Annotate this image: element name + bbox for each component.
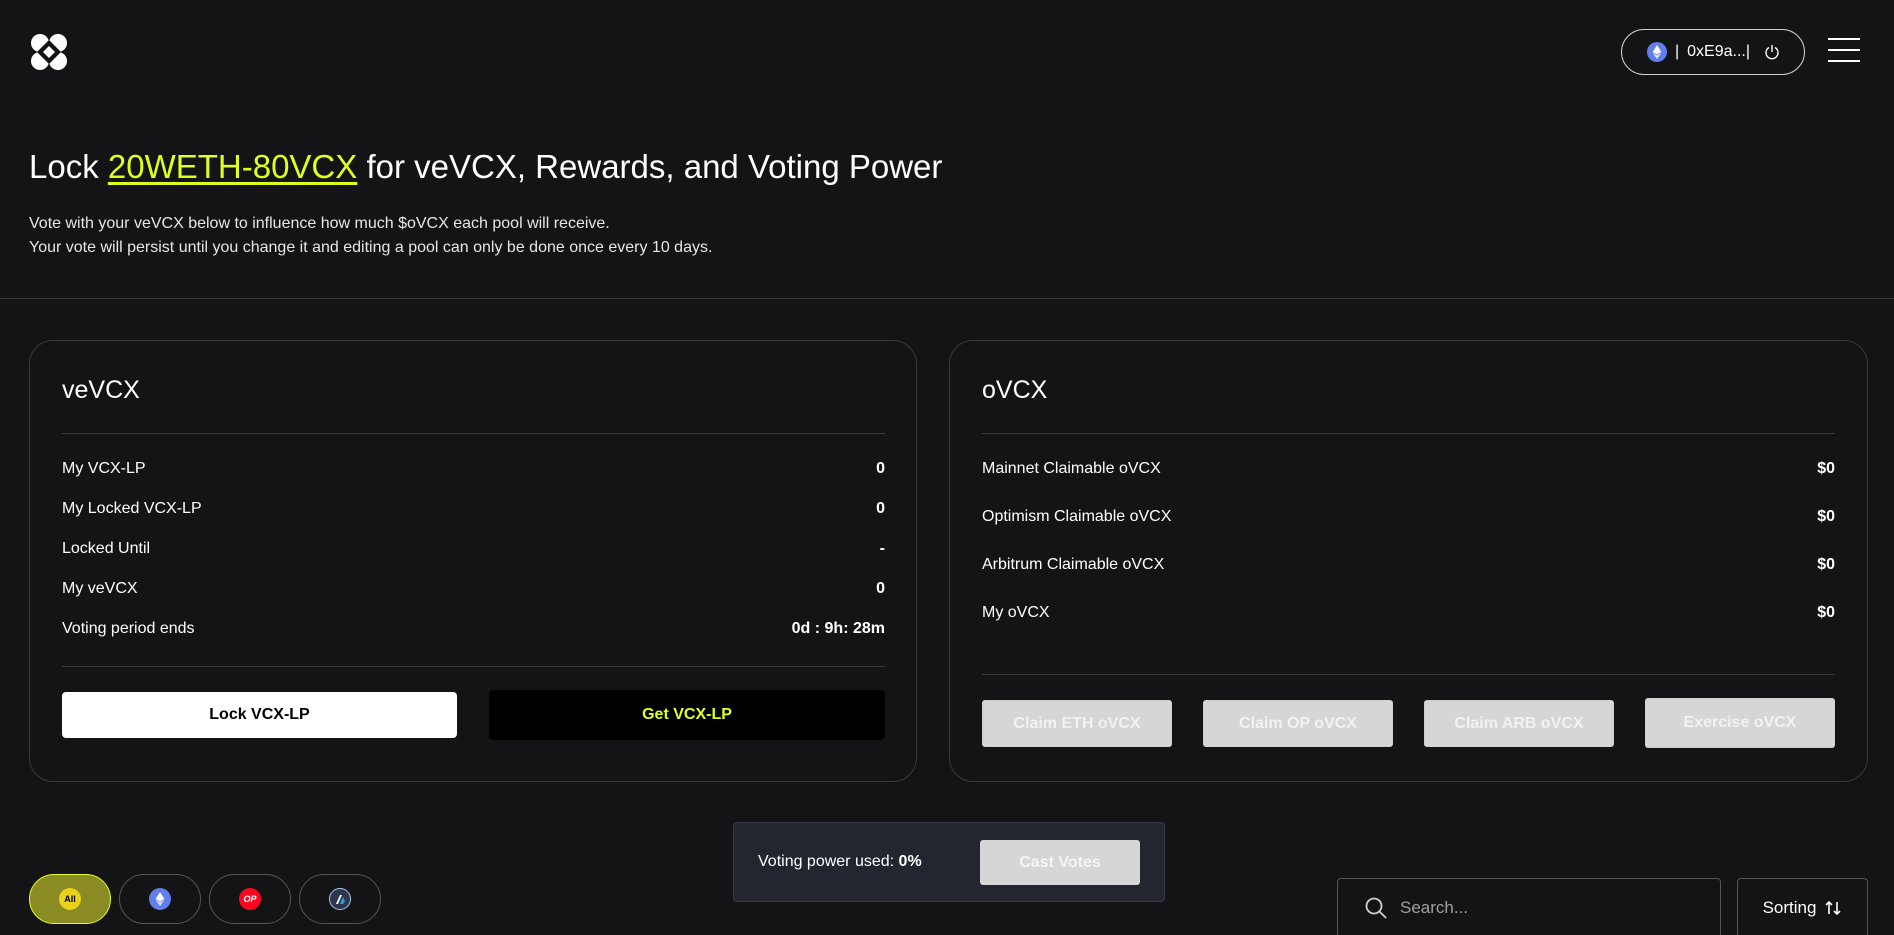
- optimism-icon: OP: [239, 888, 261, 910]
- stat-label: My veVCX: [62, 580, 138, 597]
- claim-op-ovcx-button[interactable]: Claim OP oVCX: [1203, 700, 1393, 747]
- stat-label: My VCX-LP: [62, 460, 146, 477]
- stat-label: Mainnet Claimable oVCX: [982, 460, 1161, 477]
- stat-value: 0: [876, 580, 885, 597]
- exercise-ovcx-button[interactable]: Exercise oVCX: [1645, 698, 1835, 748]
- description-line-2: Your vote will persist until you change …: [29, 239, 713, 256]
- filter-op-label: OP: [243, 894, 257, 904]
- stat-row-voting-period-ends: Voting period ends 0d : 9h: 28m: [62, 617, 885, 641]
- stat-row-my-vevcx: My veVCX 0: [62, 577, 885, 601]
- page-description: Vote with your veVCX below to influence …: [29, 212, 712, 260]
- stat-label: Locked Until: [62, 540, 151, 557]
- voting-power-value: 0%: [898, 853, 922, 870]
- app-logo[interactable]: [29, 32, 69, 72]
- get-vcx-lp-button[interactable]: Get VCX-LP: [489, 690, 885, 740]
- vevcx-card: veVCX My VCX-LP 0 My Locked VCX-LP 0 Loc…: [29, 340, 917, 782]
- claim-eth-ovcx-button[interactable]: Claim ETH oVCX: [982, 700, 1172, 747]
- stat-value: 0: [876, 500, 885, 517]
- filter-all-label: All: [64, 894, 76, 904]
- stat-label: Voting period ends: [62, 620, 195, 637]
- card-divider: [982, 674, 1835, 675]
- stat-label: My Locked VCX-LP: [62, 500, 202, 517]
- lock-vcx-lp-button[interactable]: Lock VCX-LP: [62, 692, 457, 738]
- stat-label: Arbitrum Claimable oVCX: [982, 556, 1165, 573]
- ethereum-icon: [1647, 42, 1667, 62]
- title-suffix: for veVCX, Rewards, and Voting Power: [357, 148, 943, 185]
- stat-value: $0: [1817, 460, 1835, 477]
- voting-power-bar: Voting power used: 0% Cast Votes: [733, 822, 1165, 902]
- stat-label: Optimism Claimable oVCX: [982, 508, 1172, 525]
- cast-votes-button[interactable]: Cast Votes: [980, 840, 1140, 885]
- card-divider: [982, 433, 1835, 434]
- stat-value: -: [879, 540, 885, 557]
- card-divider: [62, 666, 885, 667]
- page-title: Lock 20WETH-80VCX for veVCX, Rewards, an…: [29, 148, 942, 186]
- stat-row-optimism-claimable: Optimism Claimable oVCX $0: [982, 505, 1835, 529]
- filter-optimism[interactable]: OP: [209, 874, 291, 924]
- stat-row-locked-until: Locked Until -: [62, 537, 885, 561]
- wallet-address: 0xE9a...|: [1687, 43, 1751, 60]
- lp-token-link[interactable]: 20WETH-80VCX: [108, 148, 357, 185]
- wallet-button[interactable]: | 0xE9a...|: [1621, 29, 1805, 75]
- wallet-separator: |: [1675, 43, 1680, 60]
- stat-value: $0: [1817, 556, 1835, 573]
- voting-power-text: Voting power used:: [758, 853, 899, 870]
- all-networks-icon: All: [59, 888, 81, 910]
- ovcx-card: oVCX Mainnet Claimable oVCX $0 Optimism …: [949, 340, 1868, 782]
- sorting-label: Sorting: [1762, 898, 1817, 917]
- stat-value: 0: [876, 460, 885, 477]
- stat-value: $0: [1817, 508, 1835, 525]
- description-line-1: Vote with your veVCX below to influence …: [29, 215, 610, 232]
- search-box[interactable]: [1337, 878, 1721, 935]
- stat-row-mainnet-claimable: Mainnet Claimable oVCX $0: [982, 457, 1835, 481]
- filter-ethereum[interactable]: [119, 874, 201, 924]
- stat-label: My oVCX: [982, 604, 1050, 621]
- sort-arrows-icon: [1824, 899, 1842, 917]
- ethereum-icon: [149, 888, 171, 910]
- power-icon[interactable]: [1764, 44, 1780, 60]
- filter-arbitrum[interactable]: [299, 874, 381, 924]
- hamburger-menu-icon[interactable]: [1828, 38, 1860, 64]
- claim-arb-ovcx-button[interactable]: Claim ARB oVCX: [1424, 700, 1614, 747]
- stat-value: $0: [1817, 604, 1835, 621]
- card-divider: [62, 433, 885, 434]
- section-divider: [0, 298, 1894, 299]
- vevcx-card-title: veVCX: [62, 376, 140, 404]
- voting-power-label: Voting power used: 0%: [758, 853, 922, 871]
- stat-row-my-ovcx: My oVCX $0: [982, 601, 1835, 625]
- sorting-button[interactable]: Sorting: [1737, 878, 1868, 935]
- filter-all-networks[interactable]: All: [29, 874, 111, 924]
- stat-row-my-vcx-lp: My VCX-LP 0: [62, 457, 885, 481]
- search-input[interactable]: [1400, 898, 1700, 918]
- arbitrum-icon: [329, 888, 351, 910]
- stat-row-my-locked-vcx-lp: My Locked VCX-LP 0: [62, 497, 885, 521]
- stat-row-arbitrum-claimable: Arbitrum Claimable oVCX $0: [982, 553, 1835, 577]
- title-prefix: Lock: [29, 148, 108, 185]
- search-icon: [1364, 896, 1388, 920]
- stat-value: 0d : 9h: 28m: [791, 620, 885, 637]
- ovcx-card-title: oVCX: [982, 376, 1048, 404]
